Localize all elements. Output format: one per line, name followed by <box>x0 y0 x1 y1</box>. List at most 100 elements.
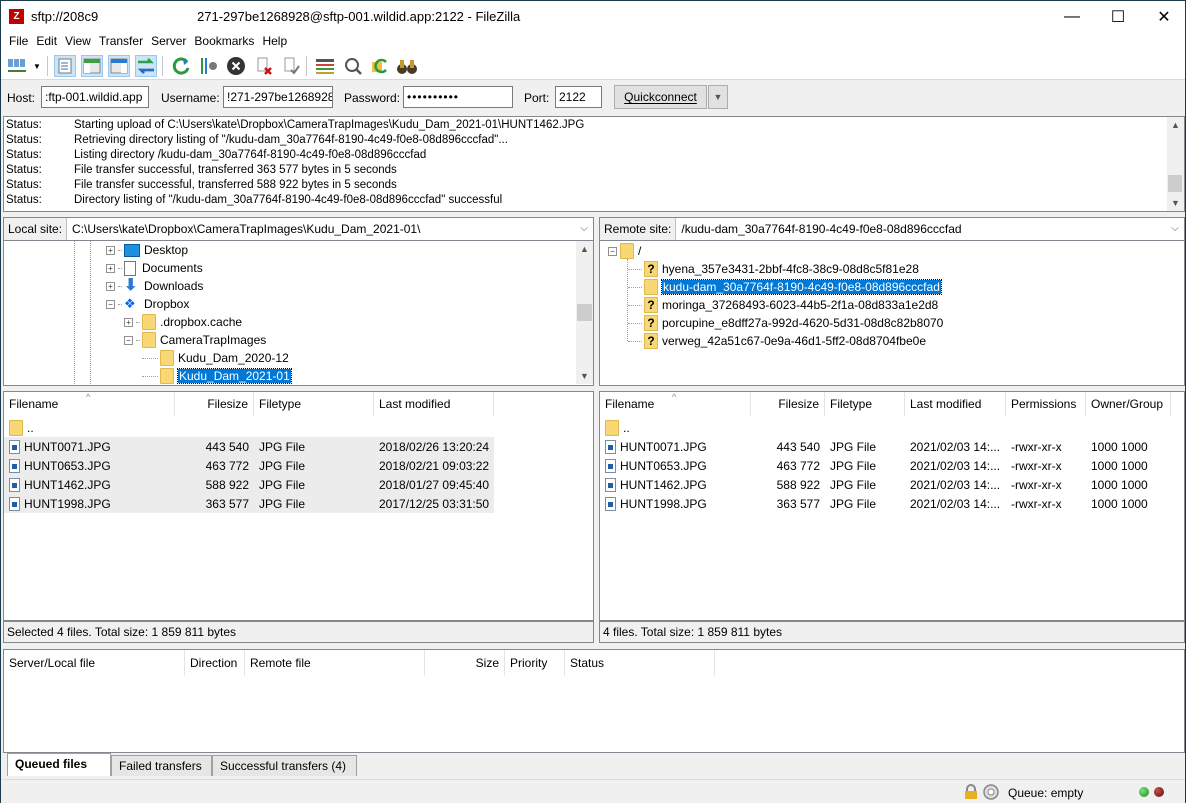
maximize-button[interactable]: ☐ <box>1095 1 1141 32</box>
col-filename[interactable]: Filename <box>4 392 175 416</box>
sync-browsing-button[interactable] <box>369 55 391 77</box>
collapse-icon[interactable]: − <box>106 299 115 309</box>
unknown-folder-icon: ? <box>644 297 658 313</box>
local-tree-item[interactable]: Kudu_Dam_2020-12 <box>142 349 289 367</box>
refresh-button[interactable] <box>170 55 192 77</box>
toggle-transfer-queue-button[interactable] <box>135 55 157 77</box>
col-priority[interactable]: Priority <box>505 650 565 676</box>
local-tree-item[interactable]: + .dropbox.cache <box>124 313 242 331</box>
file-row[interactable]: HUNT1998.JPG 363 577 JPG File 2017/12/25… <box>4 494 494 513</box>
file-row[interactable]: HUNT0071.JPG 443 540 JPG File 2018/02/26… <box>4 437 494 456</box>
quickconnect-dropdown[interactable]: ▼ <box>708 85 728 109</box>
minimize-button[interactable]: — <box>1049 1 1095 32</box>
dropbox-icon: ❖ <box>124 296 136 311</box>
menu-edit[interactable]: Edit <box>32 32 61 52</box>
expand-icon[interactable]: + <box>124 317 133 327</box>
col-filetype[interactable]: Filetype <box>825 392 905 416</box>
quickconnect-button[interactable]: Quickconnect <box>614 85 707 109</box>
menu-help[interactable]: Help <box>258 32 291 52</box>
local-tree-item[interactable]: + Documents <box>106 259 203 277</box>
message-log-scrollbar[interactable]: ▲ ▼ <box>1167 117 1184 211</box>
scroll-down-icon[interactable]: ▼ <box>1167 198 1184 208</box>
col-filetype[interactable]: Filetype <box>254 392 374 416</box>
minimize-icon: — <box>1064 7 1080 25</box>
remote-tree-item[interactable]: ? hyena_357e3431-2bbf-4fc8-38c9-08d8c5f81… <box>628 260 919 278</box>
col-filename[interactable]: Filename <box>600 392 751 416</box>
col-direction[interactable]: Direction <box>185 650 245 676</box>
col-owner-group[interactable]: Owner/Group <box>1086 392 1171 416</box>
parent-directory-row[interactable]: .. <box>4 418 39 437</box>
local-tree-item[interactable]: − CameraTrapImages <box>124 331 266 349</box>
remote-tree-item[interactable]: ? porcupine_e8dff27a-992d-4620-5d31-08d8c… <box>628 314 943 332</box>
menu-transfer[interactable]: Transfer <box>95 32 147 52</box>
port-input[interactable]: 2122 <box>555 86 602 108</box>
file-row[interactable]: HUNT0653.JPG 463 772 JPG File 2021/02/03… <box>600 456 1171 475</box>
download-arrow-icon: ⬇ <box>124 277 138 294</box>
chevron-down-icon[interactable]: ⌵ <box>575 218 593 240</box>
menu-server[interactable]: Server <box>147 32 190 52</box>
local-tree-scrollbar[interactable]: ▲ ▼ <box>576 241 593 384</box>
close-button[interactable]: ✕ <box>1141 1 1186 32</box>
remote-tree-item[interactable]: kudu-dam_30a7764f-8190-4c49-f0e8-08d896c… <box>628 278 942 296</box>
local-tree-item[interactable]: − ❖ Dropbox <box>106 295 189 313</box>
compare-directories-button[interactable] <box>342 55 364 77</box>
menu-view[interactable]: View <box>61 32 95 52</box>
col-filesize[interactable]: Filesize <box>175 392 254 416</box>
site-manager-dropdown[interactable]: ▼ <box>30 55 44 77</box>
expand-icon[interactable]: + <box>106 281 115 291</box>
toggle-message-log-button[interactable] <box>54 55 76 77</box>
process-queue-button[interactable] <box>197 55 219 77</box>
remote-tree-item[interactable]: ? moringa_37268493-6023-44b5-2f1a-08d833a… <box>628 296 938 314</box>
file-row[interactable]: HUNT1462.JPG 588 922 JPG File 2018/01/27… <box>4 475 494 494</box>
col-size[interactable]: Size <box>425 650 505 676</box>
local-path-input[interactable]: C:\Users\kate\Dropbox\CameraTrapImages\K… <box>67 218 575 240</box>
menu-bookmarks[interactable]: Bookmarks <box>190 32 258 52</box>
disconnect-button[interactable] <box>253 55 275 77</box>
file-row[interactable]: HUNT0653.JPG 463 772 JPG File 2018/02/21… <box>4 456 494 475</box>
col-filesize[interactable]: Filesize <box>751 392 825 416</box>
menu-file[interactable]: File <box>5 32 32 52</box>
password-input[interactable]: •••••••••• <box>403 86 513 108</box>
toggle-local-tree-button[interactable] <box>81 55 103 77</box>
site-manager-button[interactable] <box>6 55 28 77</box>
remote-tree-root[interactable]: − / <box>608 242 641 260</box>
local-tree-item[interactable]: + Desktop <box>106 241 188 259</box>
collapse-icon[interactable]: − <box>124 335 133 345</box>
expand-icon[interactable]: + <box>106 245 115 255</box>
col-remote-file[interactable]: Remote file <box>245 650 425 676</box>
collapse-icon[interactable]: − <box>608 246 617 256</box>
file-modified: 2021/02/03 14:... <box>910 458 1001 473</box>
scroll-thumb[interactable] <box>577 304 592 321</box>
tab-failed-transfers[interactable]: Failed transfers <box>111 755 212 776</box>
local-tree-item[interactable]: Kudu_Dam_2021-01 <box>142 367 292 385</box>
expand-icon[interactable]: + <box>106 263 115 273</box>
search-files-button[interactable] <box>396 55 418 77</box>
parent-directory-row[interactable]: .. <box>600 418 635 437</box>
scroll-up-icon[interactable]: ▲ <box>576 244 593 254</box>
cancel-operation-button[interactable] <box>225 55 247 77</box>
scroll-up-icon[interactable]: ▲ <box>1167 120 1184 130</box>
image-file-icon <box>9 477 20 492</box>
file-row[interactable]: HUNT0071.JPG 443 540 JPG File 2021/02/03… <box>600 437 1171 456</box>
tab-queued-files[interactable]: Queued files <box>7 753 111 776</box>
file-row[interactable]: HUNT1462.JPG 588 922 JPG File 2021/02/03… <box>600 475 1171 494</box>
tree-label: moringa_37268493-6023-44b5-2f1a-08d833a1… <box>662 298 939 312</box>
chevron-down-icon[interactable]: ⌵ <box>1166 218 1184 240</box>
col-permissions[interactable]: Permissions <box>1006 392 1086 416</box>
tab-successful-transfers[interactable]: Successful transfers (4) <box>212 755 357 776</box>
reconnect-button[interactable] <box>280 55 302 77</box>
toggle-remote-tree-button[interactable] <box>108 55 130 77</box>
scroll-thumb[interactable] <box>1168 175 1182 192</box>
col-last-modified[interactable]: Last modified <box>374 392 494 416</box>
scroll-down-icon[interactable]: ▼ <box>576 371 593 381</box>
col-status[interactable]: Status <box>565 650 715 676</box>
directory-filter-button[interactable] <box>314 55 336 77</box>
local-tree-item[interactable]: + ⬇ Downloads <box>106 277 203 295</box>
col-last-modified[interactable]: Last modified <box>905 392 1006 416</box>
remote-path-input[interactable]: /kudu-dam_30a7764f-8190-4c49-f0e8-08d896… <box>676 218 1166 240</box>
file-row[interactable]: HUNT1998.JPG 363 577 JPG File 2021/02/03… <box>600 494 1171 513</box>
col-server-local-file[interactable]: Server/Local file <box>4 650 185 676</box>
host-input[interactable]: :ftp-001.wildid.app <box>41 86 149 108</box>
username-input[interactable]: !271-297be1268928 <box>223 86 333 108</box>
remote-tree-item[interactable]: ? verweg_42a51c67-0e9a-46d1-5ff2-08d8704f… <box>628 332 926 350</box>
